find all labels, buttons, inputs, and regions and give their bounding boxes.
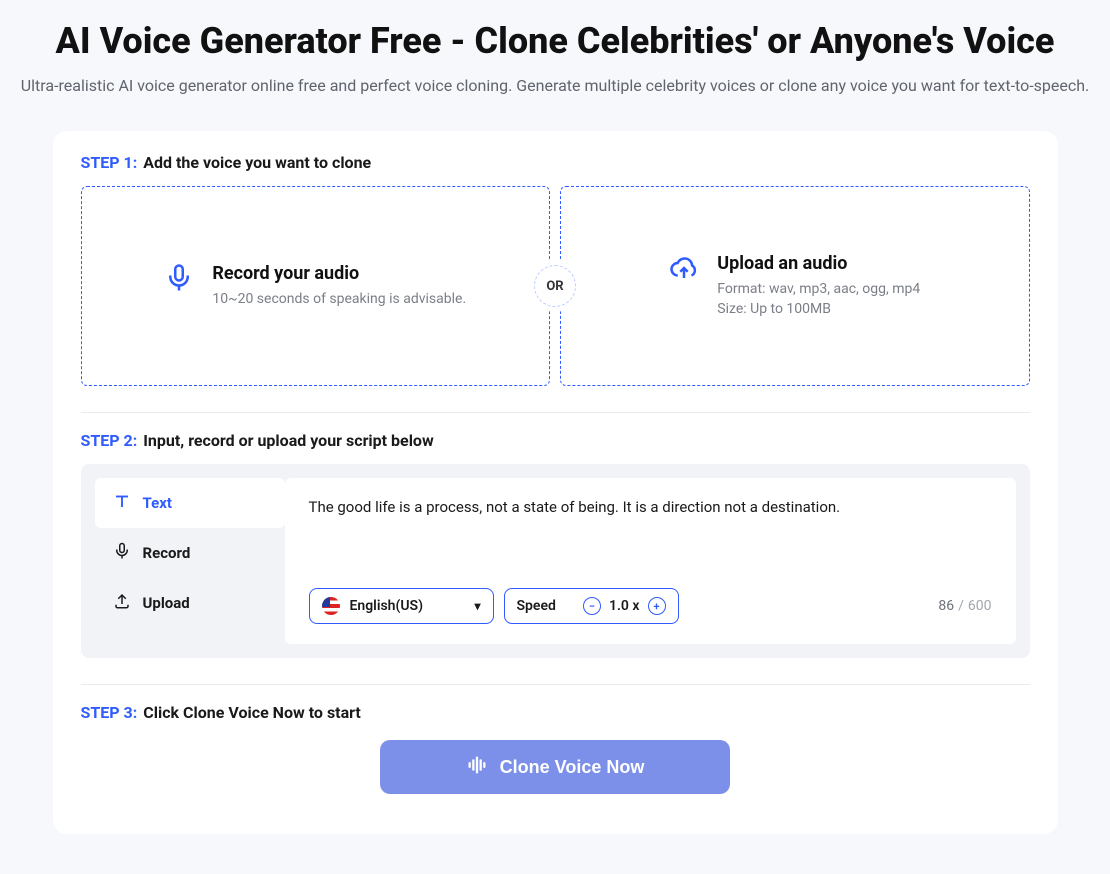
upload-format: Format: wav, mp3, aac, ogg, mp4: [717, 280, 920, 300]
speed-value: 1.0 x: [609, 598, 640, 614]
record-title: Record your audio: [212, 263, 466, 284]
page-subtitle: Ultra-realistic AI voice generator onlin…: [0, 76, 1110, 95]
upload-size: Size: Up to 100MB: [717, 300, 920, 320]
record-hint: 10~20 seconds of speaking is advisable.: [212, 290, 466, 310]
waveform-icon: [466, 754, 488, 781]
tab-record[interactable]: Record: [95, 528, 285, 578]
or-divider: OR: [534, 265, 576, 307]
tab-record-label: Record: [143, 544, 191, 562]
divider: [81, 412, 1030, 413]
speed-decrease-button[interactable]: −: [583, 597, 601, 615]
script-panel: The good life is a process, not a state …: [285, 478, 1016, 644]
language-select[interactable]: English(US) ▾: [309, 588, 494, 624]
us-flag-icon: [322, 597, 340, 615]
clone-voice-button[interactable]: Clone Voice Now: [380, 740, 730, 794]
text-icon: [113, 492, 131, 514]
step2-body: Text Record Upload The good life is a pr…: [81, 464, 1030, 658]
microphone-icon: [164, 263, 194, 297]
step2-label: STEP 2:: [81, 431, 138, 450]
tab-upload-label: Upload: [143, 594, 190, 612]
upload-audio-box[interactable]: Upload an audio Format: wav, mp3, aac, o…: [560, 186, 1030, 386]
tab-upload[interactable]: Upload: [95, 578, 285, 628]
speed-increase-button[interactable]: +: [648, 597, 666, 615]
speed-control[interactable]: Speed − 1.0 x +: [504, 588, 679, 624]
step3-text: Click Clone Voice Now to start: [143, 703, 361, 722]
cta-label: Clone Voice Now: [500, 757, 645, 778]
char-count-max: 600: [968, 598, 992, 614]
upload-icon: [113, 592, 131, 614]
step3-label: STEP 3:: [81, 703, 138, 722]
cloud-upload-icon: [669, 253, 699, 287]
speed-label: Speed: [517, 598, 556, 614]
step1-label: STEP 1:: [81, 153, 138, 172]
tab-text[interactable]: Text: [95, 478, 285, 528]
step1-options: Record your audio 10~20 seconds of speak…: [81, 186, 1030, 386]
char-count-sep: /: [958, 598, 964, 614]
step3-head: STEP 3: Click Clone Voice Now to start: [81, 703, 1030, 722]
char-count-current: 86: [938, 598, 954, 614]
record-audio-box[interactable]: Record your audio 10~20 seconds of speak…: [81, 186, 551, 386]
chevron-down-icon: ▾: [474, 599, 480, 613]
step1-text: Add the voice you want to clone: [143, 153, 371, 172]
char-counter: 86 / 600: [938, 598, 991, 614]
step2-head: STEP 2: Input, record or upload your scr…: [81, 431, 1030, 450]
page-title: AI Voice Generator Free - Clone Celebrit…: [0, 20, 1110, 62]
upload-title: Upload an audio: [717, 253, 920, 274]
microphone-icon: [113, 542, 131, 564]
step1-head: STEP 1: Add the voice you want to clone: [81, 153, 1030, 172]
step2-text: Input, record or upload your script belo…: [143, 431, 433, 450]
input-mode-tabs: Text Record Upload: [95, 478, 285, 644]
script-controls: English(US) ▾ Speed − 1.0 x + 86: [309, 588, 992, 624]
divider: [81, 684, 1030, 685]
script-textarea[interactable]: The good life is a process, not a state …: [309, 498, 992, 568]
tab-text-label: Text: [143, 494, 172, 512]
main-card: STEP 1: Add the voice you want to clone …: [53, 131, 1058, 834]
language-value: English(US): [350, 598, 423, 614]
